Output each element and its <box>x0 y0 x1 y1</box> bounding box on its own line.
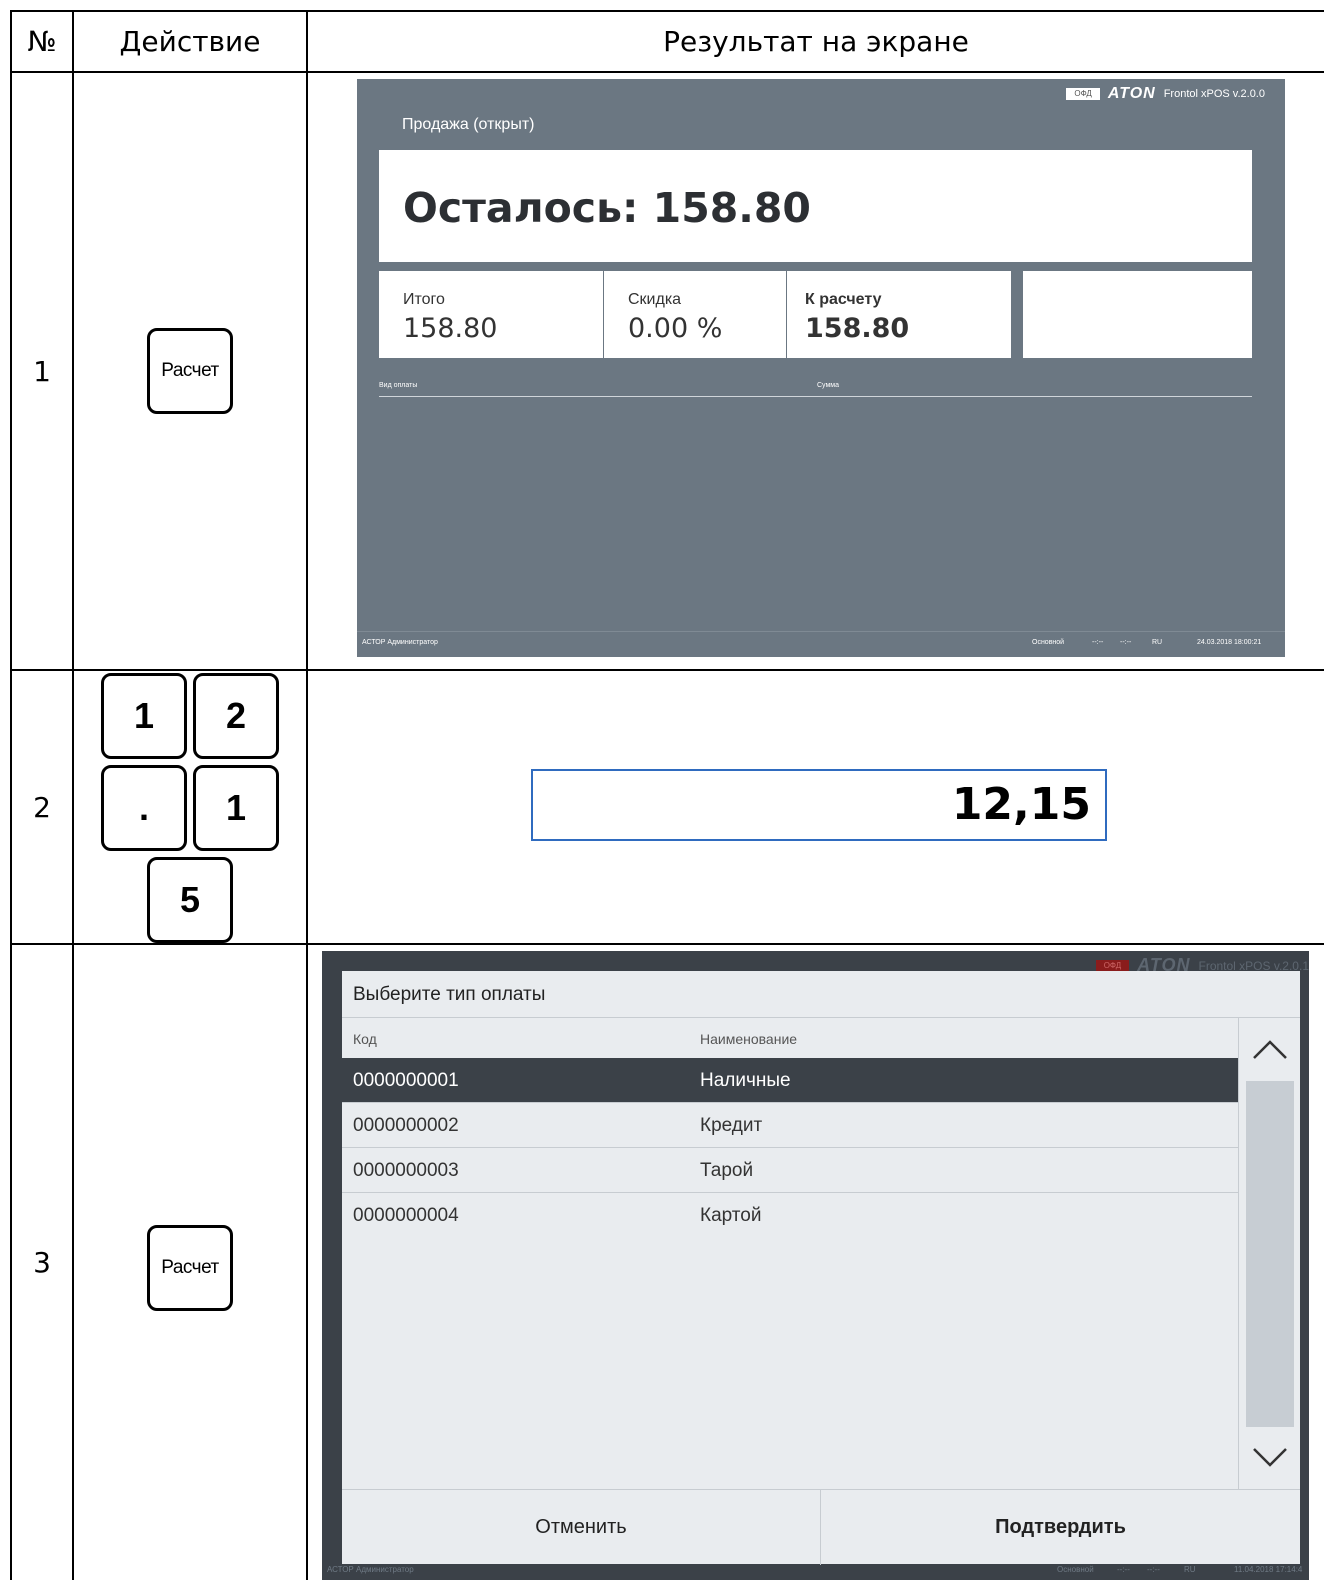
chevron-down-icon[interactable] <box>1250 1437 1290 1477</box>
payment-type-dialog: Выберите тип оплаты Код Наименование 000… <box>342 971 1301 1565</box>
name-column-header: Наименование <box>700 1031 798 1047</box>
dialog-title: Выберите тип оплаты <box>353 984 546 1005</box>
scrollbar-track[interactable] <box>1246 1081 1294 1427</box>
list-item[interactable]: 0000000004 Картой <box>342 1193 1238 1238</box>
table-col-divider <box>306 10 308 1580</box>
ofd-badge: ОФД <box>1095 959 1130 972</box>
total-panel: Итого 158.80 <box>379 271 603 358</box>
payment-key[interactable]: Расчет <box>147 1225 233 1311</box>
footer-time2: --:-- <box>1120 639 1132 646</box>
item-name: Картой <box>700 1205 762 1226</box>
table-row-divider <box>10 943 1324 945</box>
header-number: № <box>27 25 57 58</box>
digit-key-1[interactable]: 1 <box>193 765 279 851</box>
column-divider <box>379 396 1252 397</box>
footer-user: АСТОР Администратор <box>327 1565 414 1574</box>
amount-input[interactable]: 12,15 <box>531 769 1107 841</box>
footer-lang: RU <box>1184 1565 1196 1574</box>
footer-mode: Основной <box>1057 1565 1094 1574</box>
chevron-up-icon[interactable] <box>1250 1030 1290 1070</box>
payment-screen: ОФД ATON Frontol xPOS v.2.0.0 Продажа (о… <box>357 79 1285 657</box>
header-action: Действие <box>119 25 261 58</box>
discount-value: 0.00 % <box>628 313 723 344</box>
footer-mode: Основной <box>1032 639 1065 646</box>
footer-time2: --:-- <box>1147 1565 1160 1574</box>
code-column-header: Код <box>353 1031 377 1047</box>
table-row-divider <box>10 669 1324 671</box>
due-value: 158.80 <box>805 313 910 344</box>
table-col-divider <box>72 10 74 1580</box>
item-code: 0000000004 <box>353 1205 459 1226</box>
item-name: Тарой <box>700 1160 754 1181</box>
footer-datetime: 24.03.2018 18:00:21 <box>1197 639 1262 646</box>
discount-panel: Скидка 0.00 % <box>604 271 786 358</box>
footer-time1: --:-- <box>1092 639 1104 646</box>
footer-divider <box>357 631 1285 632</box>
payment-type-column: Вид оплаты <box>379 382 418 389</box>
payment-key[interactable]: Расчет <box>147 328 233 414</box>
row-number: 2 <box>33 790 51 824</box>
digit-key-5[interactable]: 5 <box>147 857 233 943</box>
footer-time1: --:-- <box>1117 1565 1130 1574</box>
sum-column: Сумма <box>817 382 839 389</box>
row-number: 1 <box>33 354 51 388</box>
header-result: Результат на экране <box>663 25 969 58</box>
digit-key-1[interactable]: 1 <box>101 673 187 759</box>
item-name: Кредит <box>700 1115 763 1136</box>
list-item[interactable]: 0000000003 Тарой <box>342 1148 1238 1193</box>
decimal-point-key[interactable]: . <box>101 765 187 851</box>
due-label: К расчету <box>805 291 882 308</box>
due-panel: К расчету 158.80 <box>787 271 1011 358</box>
list-item[interactable]: 0000000001 Наличные <box>342 1058 1238 1103</box>
footer-user: АСТОР Администратор <box>362 639 438 646</box>
app-version: Frontol xPOS v.2.0.0 <box>1163 88 1265 100</box>
footer-datetime: 11.04.2018 17:14:4 <box>1234 1565 1303 1574</box>
cancel-button[interactable]: Отменить <box>342 1490 821 1565</box>
item-code: 0000000002 <box>353 1115 459 1136</box>
item-name: Наличные <box>700 1070 791 1091</box>
footer-lang: RU <box>1152 639 1163 646</box>
scrollbar[interactable] <box>1238 1018 1301 1489</box>
item-code: 0000000003 <box>353 1160 459 1181</box>
table-header-divider <box>10 71 1324 73</box>
aton-logo: ATON <box>1107 85 1156 102</box>
remaining-amount: Осталось: 158.80 <box>403 184 811 232</box>
row-number: 3 <box>33 1246 51 1279</box>
empty-panel <box>1023 271 1252 358</box>
item-code: 0000000001 <box>353 1070 459 1091</box>
remaining-panel: Осталось: 158.80 <box>379 150 1252 262</box>
total-label: Итого <box>403 291 445 308</box>
dialog-buttons: Отменить Подтвердить <box>342 1489 1300 1565</box>
discount-label: Скидка <box>628 291 682 308</box>
total-value: 158.80 <box>403 313 498 344</box>
amount-input-value: 12,15 <box>951 779 1091 830</box>
payment-type-screen: ОФД ATON Frontol xPOS v.2.0.1 Выберите т… <box>322 951 1309 1580</box>
ofd-badge: ОФД <box>1066 88 1100 100</box>
receipt-status: Продажа (открыт) <box>402 116 535 133</box>
title-divider <box>342 1017 1300 1018</box>
confirm-button[interactable]: Подтвердить <box>821 1490 1300 1565</box>
brand-bar: ОФД ATON Frontol xPOS v.2.0.0 <box>1066 85 1265 103</box>
digit-key-2[interactable]: 2 <box>193 673 279 759</box>
list-item[interactable]: 0000000002 Кредит <box>342 1103 1238 1148</box>
